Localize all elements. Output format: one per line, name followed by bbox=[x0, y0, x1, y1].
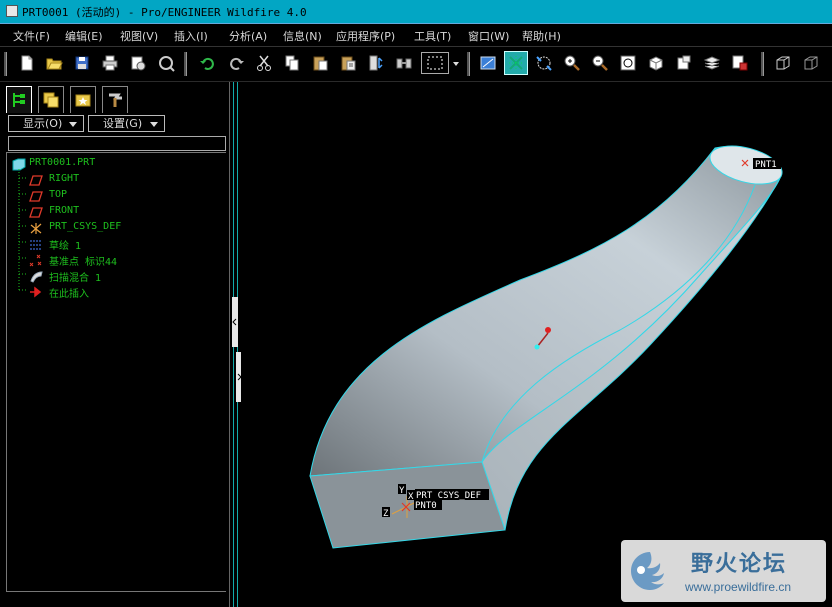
label-pnt1: PNT1 bbox=[755, 160, 777, 170]
forum-logo-icon bbox=[631, 552, 664, 590]
toolbar bbox=[0, 47, 832, 82]
model-tree-tab[interactable] bbox=[6, 86, 32, 113]
zoom-out-icon[interactable] bbox=[589, 52, 611, 74]
print-icon[interactable] bbox=[99, 52, 121, 74]
menu-analysis[interactable]: 分析(A) bbox=[229, 28, 267, 44]
favorites-icon bbox=[75, 94, 91, 107]
model-tree[interactable]: PRT0001.PRT RIGHT TOP FRONT PRT_CSYS_DEF… bbox=[6, 152, 226, 592]
folder-browser-tab[interactable] bbox=[38, 86, 64, 113]
tree-item-right[interactable]: RIGHT bbox=[49, 173, 79, 184]
toolbar-grip[interactable] bbox=[4, 52, 7, 76]
menu-applications[interactable]: 应用程序(P) bbox=[336, 28, 395, 44]
tree-filter-input[interactable] bbox=[8, 136, 226, 151]
tree-item-swept-blend[interactable]: 扫描混合 1 bbox=[49, 269, 101, 284]
menu-window[interactable]: 窗口(W) bbox=[468, 28, 509, 44]
layers-icon[interactable] bbox=[701, 52, 723, 74]
toolbar-separator bbox=[184, 52, 187, 76]
swept-blend-surface[interactable] bbox=[309, 139, 786, 549]
hidden-line-icon[interactable] bbox=[800, 52, 822, 74]
menu-bar: 文件(F) 编辑(E) 视图(V) 插入(I) 分析(A) 信息(N) 应用程序… bbox=[0, 24, 832, 47]
show-dropdown-label: 显示(O) bbox=[23, 117, 63, 130]
watermark: 野火论坛 www.proewildfire.cn bbox=[621, 540, 826, 602]
menu-insert[interactable]: 插入(I) bbox=[174, 28, 208, 44]
copy-icon[interactable] bbox=[281, 52, 303, 74]
toolbar-separator bbox=[761, 52, 764, 76]
open-folder-icon[interactable] bbox=[43, 52, 65, 74]
paste-icon[interactable] bbox=[309, 52, 331, 74]
chevron-down-icon bbox=[150, 122, 158, 127]
toolbar-separator bbox=[467, 52, 470, 76]
label-axis-y: Y bbox=[399, 486, 405, 496]
tree-item-insert-here[interactable]: 在此插入 bbox=[49, 285, 89, 300]
model-tree-icon bbox=[13, 93, 25, 107]
save-icon[interactable] bbox=[71, 52, 93, 74]
menu-file[interactable]: 文件(F) bbox=[13, 28, 50, 44]
collapse-navigator-handle[interactable] bbox=[232, 297, 238, 347]
select-dropdown-arrow[interactable] bbox=[451, 52, 461, 74]
connections-tab[interactable] bbox=[102, 86, 128, 113]
menu-view[interactable]: 视图(V) bbox=[120, 28, 158, 44]
label-pnt0: PNT0 bbox=[415, 501, 437, 511]
settings-dropdown-label: 设置(G) bbox=[103, 117, 143, 130]
watermark-url: www.proewildfire.cn bbox=[685, 580, 792, 594]
view-manager-icon[interactable] bbox=[729, 52, 751, 74]
model-view: PNT1 Y Z X PRT_CSYS_DEF PNT0 bbox=[309, 139, 786, 549]
watermark-title: 野火论坛 bbox=[691, 552, 788, 577]
refit-icon[interactable] bbox=[617, 52, 639, 74]
window-icon[interactable] bbox=[6, 5, 18, 17]
regenerate-icon[interactable] bbox=[155, 52, 177, 74]
settings-dropdown[interactable]: 设置(G) bbox=[88, 115, 165, 132]
tree-item-top[interactable]: TOP bbox=[49, 189, 67, 200]
tree-item-prt-csys-def[interactable]: PRT_CSYS_DEF bbox=[49, 221, 121, 232]
favorites-tab[interactable] bbox=[70, 86, 96, 113]
title-bar: PRT0001 (活动的) - Pro/ENGINEER Wildfire 4.… bbox=[0, 0, 832, 24]
chevron-down-icon bbox=[69, 122, 77, 127]
orient-icon[interactable] bbox=[504, 51, 528, 75]
copy-pdf-icon[interactable] bbox=[127, 52, 149, 74]
menu-help[interactable]: 帮助(H) bbox=[522, 28, 561, 44]
connections-icon bbox=[109, 93, 122, 107]
tree-item-front[interactable]: FRONT bbox=[49, 205, 79, 216]
menu-edit[interactable]: 编辑(E) bbox=[65, 28, 103, 44]
view-list-icon[interactable] bbox=[673, 52, 695, 74]
cut-icon[interactable] bbox=[253, 52, 275, 74]
select-box-icon[interactable] bbox=[421, 52, 449, 74]
new-file-icon[interactable] bbox=[16, 52, 38, 74]
named-views-icon[interactable] bbox=[645, 52, 667, 74]
window-title: PRT0001 (活动的) - Pro/ENGINEER Wildfire 4.… bbox=[22, 6, 307, 19]
tree-item-sketch[interactable]: 草绘 1 bbox=[49, 237, 81, 252]
graphics-window[interactable]: PNT1 Y Z X PRT_CSYS_DEF PNT0 bbox=[241, 82, 832, 607]
spin-center-icon[interactable] bbox=[533, 52, 555, 74]
repaint-icon[interactable] bbox=[477, 52, 499, 74]
wireframe-icon[interactable] bbox=[772, 52, 794, 74]
label-axis-z: Z bbox=[383, 509, 389, 519]
tree-connectors bbox=[18, 169, 28, 291]
menu-tools[interactable]: 工具(T) bbox=[414, 28, 451, 44]
paste-special-icon[interactable] bbox=[337, 52, 359, 74]
zoom-in-icon[interactable] bbox=[561, 52, 583, 74]
menu-info[interactable]: 信息(N) bbox=[283, 28, 322, 44]
label-axis-x: X bbox=[408, 492, 414, 502]
show-dropdown[interactable]: 显示(O) bbox=[8, 115, 84, 132]
redo-icon[interactable] bbox=[225, 52, 247, 74]
undo-icon[interactable] bbox=[197, 52, 219, 74]
folder-browser-icon bbox=[43, 92, 59, 108]
panel-splitter[interactable] bbox=[231, 82, 242, 607]
find-icon[interactable] bbox=[393, 52, 415, 74]
tree-item-datum-point[interactable]: 基准点 标识44 bbox=[49, 253, 117, 268]
navigator-panel: 显示(O) 设置(G) PRT0001.PRT RIGHT TOP FRONT … bbox=[0, 82, 230, 607]
regenerate-model-icon[interactable] bbox=[365, 52, 387, 74]
